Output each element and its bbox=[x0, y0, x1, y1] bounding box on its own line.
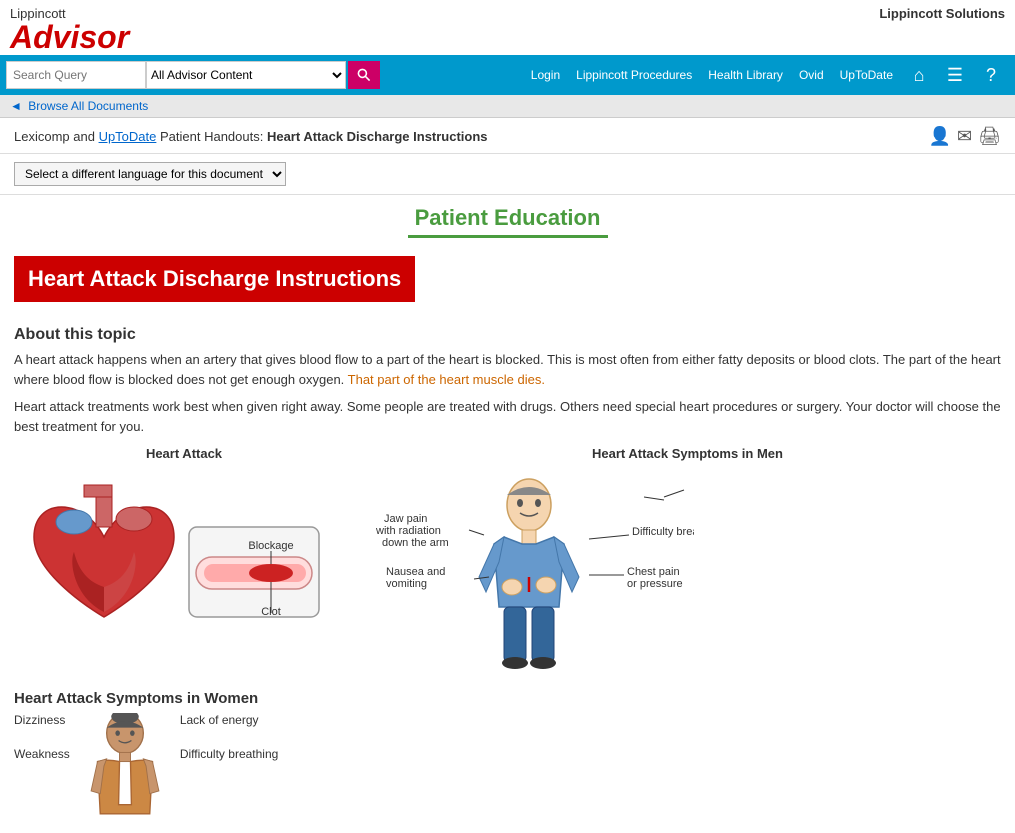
chest-pain-label: Chest pain bbox=[627, 566, 680, 578]
svg-text:down the arm: down the arm bbox=[382, 537, 449, 549]
symptoms-men-svg: Pale Sweating Jaw pain with radiation do… bbox=[374, 467, 694, 677]
figure-symptoms-men: Heart Attack Symptoms in Men bbox=[374, 446, 1001, 680]
breadcrumb-bar: ◄ Browse All Documents bbox=[0, 95, 1015, 118]
figure-left-title: Heart Attack bbox=[14, 446, 354, 461]
women-labels-right: Lack of energy Difficulty breathing bbox=[180, 713, 279, 761]
women-figure-svg bbox=[80, 713, 170, 823]
about-section-title: About this topic bbox=[14, 326, 1001, 344]
breadcrumb-link[interactable]: Browse All Documents bbox=[28, 99, 148, 113]
home-icon: ⌂ bbox=[914, 65, 925, 86]
nav-health-library[interactable]: Health Library bbox=[700, 68, 791, 82]
content-area: Patient Education Heart Attack Discharge… bbox=[0, 195, 1015, 833]
search-button[interactable] bbox=[348, 61, 380, 89]
svg-text:or pressure: or pressure bbox=[627, 578, 683, 590]
nav-login[interactable]: Login bbox=[523, 68, 568, 82]
women-symptom-lack-energy: Lack of energy bbox=[180, 713, 279, 727]
women-section-title: Heart Attack Symptoms in Women bbox=[14, 690, 1001, 707]
women-symptom-weakness: Weakness bbox=[14, 747, 70, 761]
nav-home-button[interactable]: ⌂ bbox=[901, 55, 937, 95]
doc-title-bold: Heart Attack Discharge Instructions bbox=[267, 129, 488, 144]
jaw-pain-label: Jaw pain bbox=[384, 513, 427, 525]
patient-education-underline bbox=[408, 235, 608, 238]
nausea-label: Nausea and bbox=[386, 566, 445, 578]
search-scope-select[interactable]: All Advisor ContentDrug InformationPatie… bbox=[146, 61, 346, 89]
brand-logo: Lippincott Advisor bbox=[10, 6, 129, 53]
women-symptom-difficulty-breathing: Difficulty breathing bbox=[180, 747, 279, 761]
body-para-1-highlight: That part of the heart muscle dies. bbox=[344, 372, 545, 387]
print-icon[interactable]: 🖨 bbox=[978, 126, 1001, 147]
nav-menu-button[interactable]: ☰ bbox=[937, 55, 973, 95]
search-input[interactable] bbox=[6, 61, 146, 89]
brand-bar: Lippincott Advisor Lippincott Solutions bbox=[0, 0, 1015, 55]
svg-text:Blockage: Blockage bbox=[248, 540, 293, 552]
svg-text:vomiting: vomiting bbox=[386, 578, 427, 590]
doc-header: Lexicomp and UpToDate Patient Handouts: … bbox=[0, 118, 1015, 154]
brand-solutions-text: Lippincott Solutions bbox=[879, 6, 1005, 21]
nav-lippincott-procedures[interactable]: Lippincott Procedures bbox=[568, 68, 700, 82]
nav-ovid[interactable]: Ovid bbox=[791, 68, 832, 82]
patient-education-heading: Patient Education bbox=[14, 205, 1001, 231]
women-section: Heart Attack Symptoms in Women Dizziness… bbox=[14, 690, 1001, 823]
figures-row: Heart Attack bbox=[14, 446, 1001, 680]
body-para-2: Heart attack treatments work best when g… bbox=[14, 397, 1001, 436]
doc-middle: Patient Handouts: bbox=[156, 129, 267, 144]
heart-anatomy-svg: Blockage Clot bbox=[14, 467, 344, 657]
nav-uptodate[interactable]: UpToDate bbox=[832, 68, 901, 82]
nav-bar: All Advisor ContentDrug InformationPatie… bbox=[0, 55, 1015, 95]
language-select[interactable]: Select a different language for this doc… bbox=[14, 162, 286, 186]
doc-prefix: Lexicomp and bbox=[14, 129, 99, 144]
figure-right-title: Heart Attack Symptoms in Men bbox=[374, 446, 1001, 461]
main-title: Heart Attack Discharge Instructions bbox=[14, 256, 415, 302]
women-labels-left: Dizziness Weakness bbox=[14, 713, 70, 761]
email-icon[interactable]: ✉ bbox=[957, 126, 972, 147]
women-symptom-dizziness: Dizziness bbox=[14, 713, 70, 727]
nav-help-button[interactable]: ? bbox=[973, 55, 1009, 95]
lang-bar: Select a different language for this doc… bbox=[0, 154, 1015, 195]
doc-uptodate-link[interactable]: UpToDate bbox=[99, 129, 157, 144]
brand-advisor-text: Advisor bbox=[10, 21, 129, 53]
figure-heart-anatomy: Heart Attack bbox=[14, 446, 354, 660]
doc-title-area: Lexicomp and UpToDate Patient Handouts: … bbox=[14, 129, 488, 144]
difficulty-breathing-label: Difficulty breathing bbox=[632, 526, 694, 538]
doc-actions: 👤 ✉ 🖨 bbox=[929, 126, 1001, 147]
search-icon bbox=[356, 67, 372, 83]
help-icon: ? bbox=[986, 65, 996, 86]
person-icon[interactable]: 👤 bbox=[929, 126, 951, 147]
body-para-1: A heart attack happens when an artery th… bbox=[14, 350, 1001, 389]
menu-icon: ☰ bbox=[947, 65, 963, 86]
back-arrow-icon: ◄ bbox=[10, 99, 22, 113]
women-symptoms-row: Dizziness Weakness bbox=[14, 713, 1001, 823]
svg-text:with radiation: with radiation bbox=[375, 525, 441, 537]
